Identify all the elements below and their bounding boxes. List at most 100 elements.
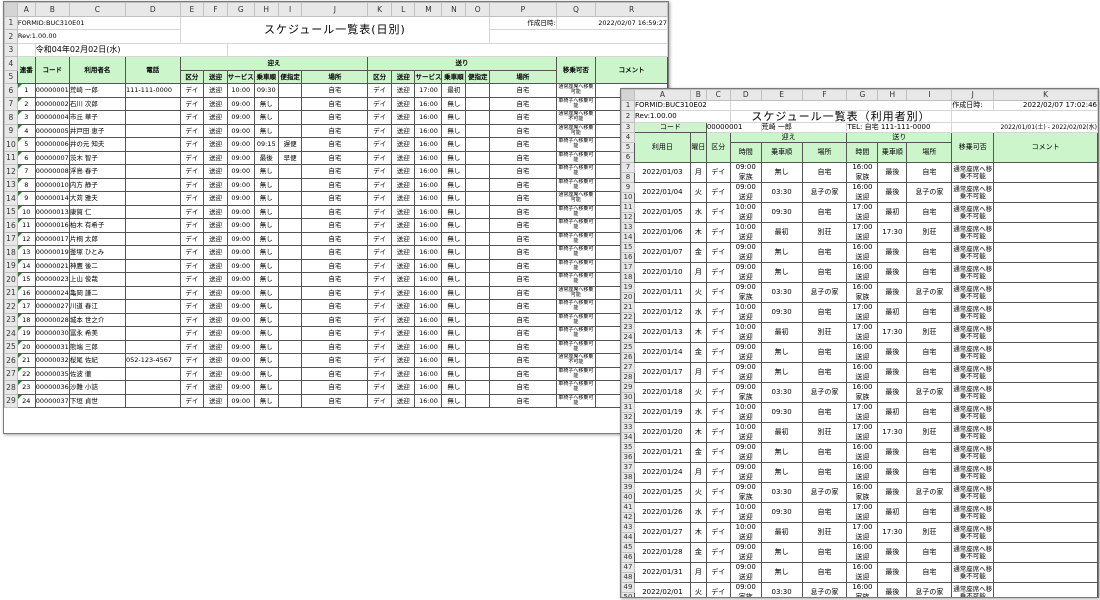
cell-p[interactable]: 自宅 <box>301 312 369 327</box>
cell-basho[interactable]: 自宅 <box>801 202 848 223</box>
cell-s[interactable]: 送迎 <box>203 380 228 395</box>
cell-b2[interactable] <box>465 380 491 395</box>
cell-jyosha[interactable]: 09:30 <box>760 202 803 223</box>
cell-transport[interactable]: 送迎 <box>846 532 879 543</box>
select-all-corner[interactable] <box>4 2 18 17</box>
cell-k2[interactable]: デイ <box>367 177 392 192</box>
column-header[interactable]: L <box>390 2 416 17</box>
cell-idou[interactable]: 通常座席へ移乗不可能 <box>951 342 995 363</box>
cell-code[interactable]: 00000017 <box>34 231 70 246</box>
cell-basho[interactable]: 息子の家 <box>801 482 848 503</box>
cell-p2[interactable]: 自宅 <box>489 137 557 152</box>
cell-dow[interactable]: 水 <box>689 302 707 323</box>
cell-t2[interactable]: 16:00 <box>414 191 443 206</box>
cell-kubun[interactable]: デイ <box>705 482 731 503</box>
column-header[interactable]: G <box>846 89 879 101</box>
cell-k[interactable]: デイ <box>179 218 205 233</box>
cell-n[interactable]: 13 <box>16 245 36 260</box>
cell-j[interactable]: 無し <box>253 177 279 192</box>
cell-jyosha[interactable]: 最初 <box>877 402 908 423</box>
cell-t2[interactable]: 16:00 <box>414 339 443 354</box>
cell-basho[interactable]: 別荘 <box>906 422 953 443</box>
cell-time[interactable]: 09:00 <box>729 462 762 473</box>
cell-tel[interactable] <box>124 177 181 192</box>
cell-s2[interactable]: 送迎 <box>390 218 416 233</box>
cell-p[interactable]: 自宅 <box>301 299 369 314</box>
cell-tel[interactable] <box>124 299 181 314</box>
cell-b[interactable] <box>277 258 303 273</box>
cell-k[interactable]: デイ <box>179 339 205 354</box>
cell-b[interactable] <box>277 164 303 179</box>
cell-t2[interactable]: 16:00 <box>414 285 443 300</box>
cell-p2[interactable]: 自宅 <box>489 258 557 273</box>
cell-transport[interactable]: 送迎 <box>846 232 879 243</box>
cell-idou[interactable]: 通常座席へ移乗不可能 <box>951 402 995 423</box>
cell-b2[interactable] <box>465 353 491 368</box>
cell-j[interactable]: 最後 <box>253 150 279 165</box>
cell-time[interactable]: 17:00 <box>846 222 879 233</box>
cell-basho[interactable]: 息子の家 <box>801 282 848 303</box>
cell-m[interactable]: 車椅子へ移乗可能 <box>555 245 597 260</box>
cell-k2[interactable]: デイ <box>367 96 392 111</box>
column-header[interactable]: K <box>367 2 392 17</box>
cell-j[interactable]: 無し <box>253 110 279 125</box>
row-header[interactable]: 14 <box>4 191 18 206</box>
cell-t2[interactable]: 16:00 <box>414 258 443 273</box>
column-header[interactable]: E <box>760 89 803 101</box>
cell-transport[interactable]: 送迎 <box>729 432 762 443</box>
cell-p2[interactable]: 自宅 <box>489 380 557 395</box>
cell-p[interactable]: 自宅 <box>301 123 369 138</box>
cell-jyosha[interactable]: 最後 <box>877 242 908 263</box>
cell-jyosha[interactable]: 09:30 <box>760 302 803 323</box>
cell-time[interactable]: 16:00 <box>846 162 879 173</box>
cell-k[interactable]: デイ <box>179 231 205 246</box>
cell-jyosha[interactable]: 最後 <box>877 282 908 303</box>
cell-p[interactable]: 自宅 <box>301 191 369 206</box>
cell-s2[interactable]: 送迎 <box>390 272 416 287</box>
cell-basho[interactable]: 別荘 <box>801 422 848 443</box>
cell-jyosha[interactable]: 無し <box>760 262 803 283</box>
cell-k[interactable]: デイ <box>179 353 205 368</box>
cell-dow[interactable]: 火 <box>689 182 707 203</box>
cell-transport[interactable]: 送迎 <box>729 232 762 243</box>
cell-k[interactable]: デイ <box>179 285 205 300</box>
cell-time[interactable]: 09:00 <box>729 382 762 393</box>
cell-k2[interactable]: デイ <box>367 164 392 179</box>
row-header[interactable]: 26 <box>4 353 18 368</box>
cell-time[interactable]: 09:00 <box>729 442 762 453</box>
cell-jyosha[interactable]: 最初 <box>877 202 908 223</box>
cell-date[interactable]: 2022/01/25 <box>633 482 691 503</box>
cell-s[interactable]: 送迎 <box>203 83 228 98</box>
row-header[interactable]: 29 <box>4 393 18 408</box>
cell-b[interactable]: 遅便 <box>277 137 303 152</box>
row-header[interactable]: 10 <box>621 192 635 203</box>
cell-s2[interactable]: 送迎 <box>390 164 416 179</box>
cell-s[interactable]: 送迎 <box>203 272 228 287</box>
cell-date[interactable]: 2022/01/26 <box>633 502 691 523</box>
cell-m[interactable]: 車椅子へ移乗可能 <box>555 393 597 408</box>
cell-b2[interactable] <box>465 177 491 192</box>
cell-jyosha[interactable]: 最後 <box>877 382 908 403</box>
cell-n[interactable]: 12 <box>16 231 36 246</box>
cell-date[interactable]: 2022/01/06 <box>633 222 691 243</box>
cell-p2[interactable]: 自宅 <box>489 150 557 165</box>
column-header[interactable]: I <box>906 89 953 101</box>
cell-j2[interactable]: 無し <box>441 204 467 219</box>
cell-code[interactable]: 00000002 <box>34 96 70 111</box>
cell-basho[interactable]: 自宅 <box>801 562 848 583</box>
cell-m[interactable]: 通常座席へ移乗可能 <box>555 191 597 206</box>
cell-kubun[interactable]: デイ <box>705 182 731 203</box>
cell-m[interactable]: 車椅子へ移乗可能 <box>555 137 597 152</box>
row-header[interactable]: 16 <box>621 252 635 263</box>
cell-comment[interactable] <box>993 482 1098 503</box>
cell-comment[interactable] <box>993 202 1098 223</box>
cell-tel[interactable] <box>124 96 181 111</box>
cell-k[interactable]: デイ <box>179 245 205 260</box>
cell-jyosha[interactable]: 最後 <box>877 182 908 203</box>
cell-idou[interactable]: 通常座席へ移乗不可能 <box>951 362 995 383</box>
cell-idou[interactable]: 通常座席へ移乗不可能 <box>951 282 995 303</box>
cell-date[interactable]: 2022/01/24 <box>633 462 691 483</box>
cell-k2[interactable]: デイ <box>367 110 392 125</box>
cell-time[interactable]: 17:00 <box>846 202 879 213</box>
cell-kubun[interactable]: デイ <box>705 202 731 223</box>
